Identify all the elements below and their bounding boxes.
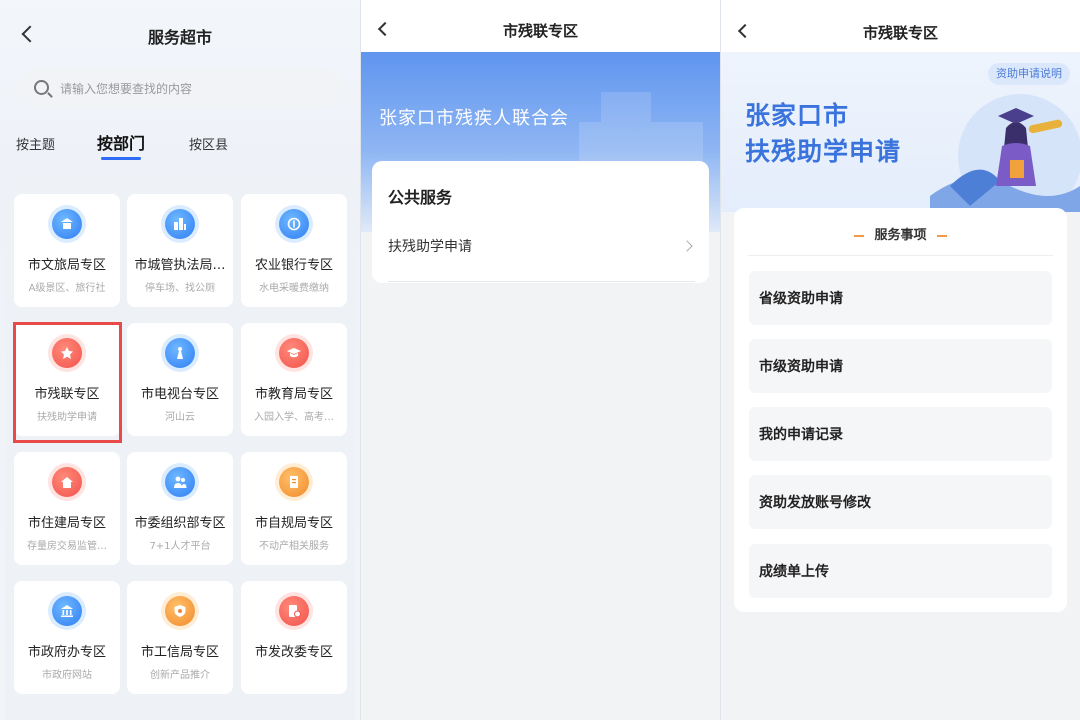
category-tabs: 按主题 按部门 按区县 bbox=[0, 130, 360, 160]
page-title: 服务超市 bbox=[147, 28, 212, 47]
service-item-payment-account[interactable]: 资助发放账号修改 bbox=[749, 475, 1052, 529]
service-item-label: 省级资助申请 bbox=[759, 291, 843, 307]
organization-name: 张家口市残疾人联合会 bbox=[379, 108, 569, 129]
header-dash-right bbox=[936, 234, 947, 237]
temple-icon bbox=[52, 209, 82, 239]
search-placeholder: 请输入您想要查找的内容 bbox=[60, 82, 193, 96]
chevron-right-icon bbox=[681, 240, 693, 252]
department-card-education[interactable]: 市教育局专区 入园入学、高考… bbox=[241, 323, 347, 436]
department-card-development-reform[interactable]: 市发改委专区 bbox=[241, 581, 347, 694]
buildings-icon bbox=[165, 209, 195, 239]
highlight-box bbox=[13, 322, 122, 443]
department-name: 市发改委专区 bbox=[254, 645, 333, 660]
department-card-organization[interactable]: 市委组织部专区 7+1人才平台 bbox=[127, 452, 233, 565]
department-card-urban-management[interactable]: 市城管执法局… 停车场、找公厕 bbox=[127, 194, 233, 307]
services-header: 服务事项 bbox=[734, 224, 1067, 243]
disabled-federation-screen: 市残联专区 张家口市残疾人联合会 公共服务 扶残助学申请 bbox=[361, 0, 720, 720]
department-card-tourism[interactable]: 市文旅局专区 A级景区、旅行社 bbox=[14, 194, 120, 307]
education-aid-screen: 市残联专区 资助申请说明 张家口市 扶残助学申请 服务事项 省级资助申请 市级资… bbox=[721, 0, 1080, 720]
department-desc: 存量房交易监管… bbox=[27, 541, 107, 552]
service-list-item[interactable]: 扶残助学申请 bbox=[388, 219, 695, 282]
public-service-card: 公共服务 扶残助学申请 bbox=[372, 161, 709, 283]
building-illustration-tower bbox=[601, 92, 651, 122]
tab-by-department[interactable]: 按部门 bbox=[97, 130, 145, 160]
service-item-city-aid[interactable]: 市级资助申请 bbox=[749, 339, 1052, 393]
search-icon bbox=[34, 80, 49, 95]
bank-coin-icon bbox=[279, 209, 309, 239]
department-name: 市自规局专区 bbox=[254, 516, 333, 531]
divider bbox=[748, 255, 1053, 256]
document-icon bbox=[279, 467, 309, 497]
service-item-label: 资助发放账号修改 bbox=[759, 495, 871, 511]
page-title: 市残联专区 bbox=[502, 22, 578, 40]
department-desc: 不动产相关服务 bbox=[259, 541, 329, 552]
department-card-government-office[interactable]: 市政府办专区 市政府网站 bbox=[14, 581, 120, 694]
search-input[interactable]: 请输入您想要查找的内容 bbox=[16, 68, 344, 108]
department-name: 市住建局专区 bbox=[27, 516, 106, 531]
department-name: 市政府办专区 bbox=[27, 645, 106, 660]
service-items-card: 服务事项 省级资助申请 市级资助申请 我的申请记录 资助发放账号修改 成绩单上传 bbox=[734, 208, 1067, 612]
tv-tower-icon bbox=[165, 338, 195, 368]
banner-title-line2: 扶残助学申请 bbox=[745, 137, 902, 166]
department-card-industry-it[interactable]: 市工信局专区 创新产品推介 bbox=[127, 581, 233, 694]
department-desc: 停车场、找公厕 bbox=[145, 283, 215, 294]
tab-by-theme[interactable]: 按主题 bbox=[16, 134, 55, 153]
department-desc: 7+1人才平台 bbox=[149, 541, 211, 552]
aid-instructions-button[interactable]: 资助申请说明 bbox=[988, 63, 1070, 85]
department-desc: 创新产品推介 bbox=[150, 670, 210, 681]
top-bar: 市残联专区 bbox=[361, 0, 720, 52]
people-icon bbox=[165, 467, 195, 497]
service-market-screen: 服务超市 请输入您想要查找的内容 按主题 按部门 按区县 市文旅局专区 A级景区… bbox=[0, 0, 360, 720]
aid-banner: 资助申请说明 张家口市 扶残助学申请 bbox=[721, 52, 1080, 212]
department-name: 市委组织部专区 bbox=[134, 516, 226, 531]
department-desc: A级景区、旅行社 bbox=[28, 283, 106, 294]
header-dash-left bbox=[854, 234, 865, 237]
service-item-provincial-aid[interactable]: 省级资助申请 bbox=[749, 271, 1052, 325]
department-card-natural-resources[interactable]: 市自规局专区 不动产相关服务 bbox=[241, 452, 347, 565]
services-header-label: 服务事项 bbox=[874, 228, 927, 243]
department-desc: 入园入学、高考… bbox=[254, 412, 334, 423]
house-icon bbox=[52, 467, 82, 497]
department-name: 市工信局专区 bbox=[140, 645, 219, 660]
department-desc: 河山云 bbox=[165, 412, 195, 423]
service-item-my-records[interactable]: 我的申请记录 bbox=[749, 407, 1052, 461]
tab-by-district[interactable]: 按区县 bbox=[189, 134, 228, 153]
department-name: 市文旅局专区 bbox=[27, 258, 106, 273]
building-illustration bbox=[579, 122, 703, 162]
banner-title-line1: 张家口市 bbox=[745, 101, 850, 130]
department-card-tv-station[interactable]: 市电视台专区 河山云 bbox=[127, 323, 233, 436]
service-item-label: 扶残助学申请 bbox=[388, 239, 472, 255]
department-name: 市电视台专区 bbox=[140, 387, 219, 402]
department-desc: 水电采暖费缴纳 bbox=[259, 283, 329, 294]
top-bar: 市残联专区 bbox=[721, 0, 1080, 52]
service-item-transcript-upload[interactable]: 成绩单上传 bbox=[749, 544, 1052, 598]
page-title: 市残联专区 bbox=[862, 24, 938, 42]
department-card-housing[interactable]: 市住建局专区 存量房交易监管… bbox=[14, 452, 120, 565]
department-grid: 市文旅局专区 A级景区、旅行社 市城管执法局… 停车场、找公厕 农业银行专区 水… bbox=[5, 170, 355, 720]
department-name: 农业银行专区 bbox=[254, 258, 333, 273]
document-chart-icon bbox=[279, 596, 309, 626]
service-item-label: 成绩单上传 bbox=[759, 564, 829, 580]
government-building-icon bbox=[52, 596, 82, 626]
section-title: 公共服务 bbox=[388, 188, 453, 207]
department-name: 市城管执法局… bbox=[134, 258, 226, 273]
department-desc: 市政府网站 bbox=[42, 670, 92, 681]
service-item-label: 我的申请记录 bbox=[759, 427, 843, 443]
graduation-cap-icon bbox=[279, 338, 309, 368]
service-item-label: 市级资助申请 bbox=[759, 359, 843, 375]
department-card-agri-bank[interactable]: 农业银行专区 水电采暖费缴纳 bbox=[241, 194, 347, 307]
student-illustration bbox=[930, 94, 1080, 212]
department-name: 市教育局专区 bbox=[254, 387, 333, 402]
shield-icon bbox=[165, 596, 195, 626]
